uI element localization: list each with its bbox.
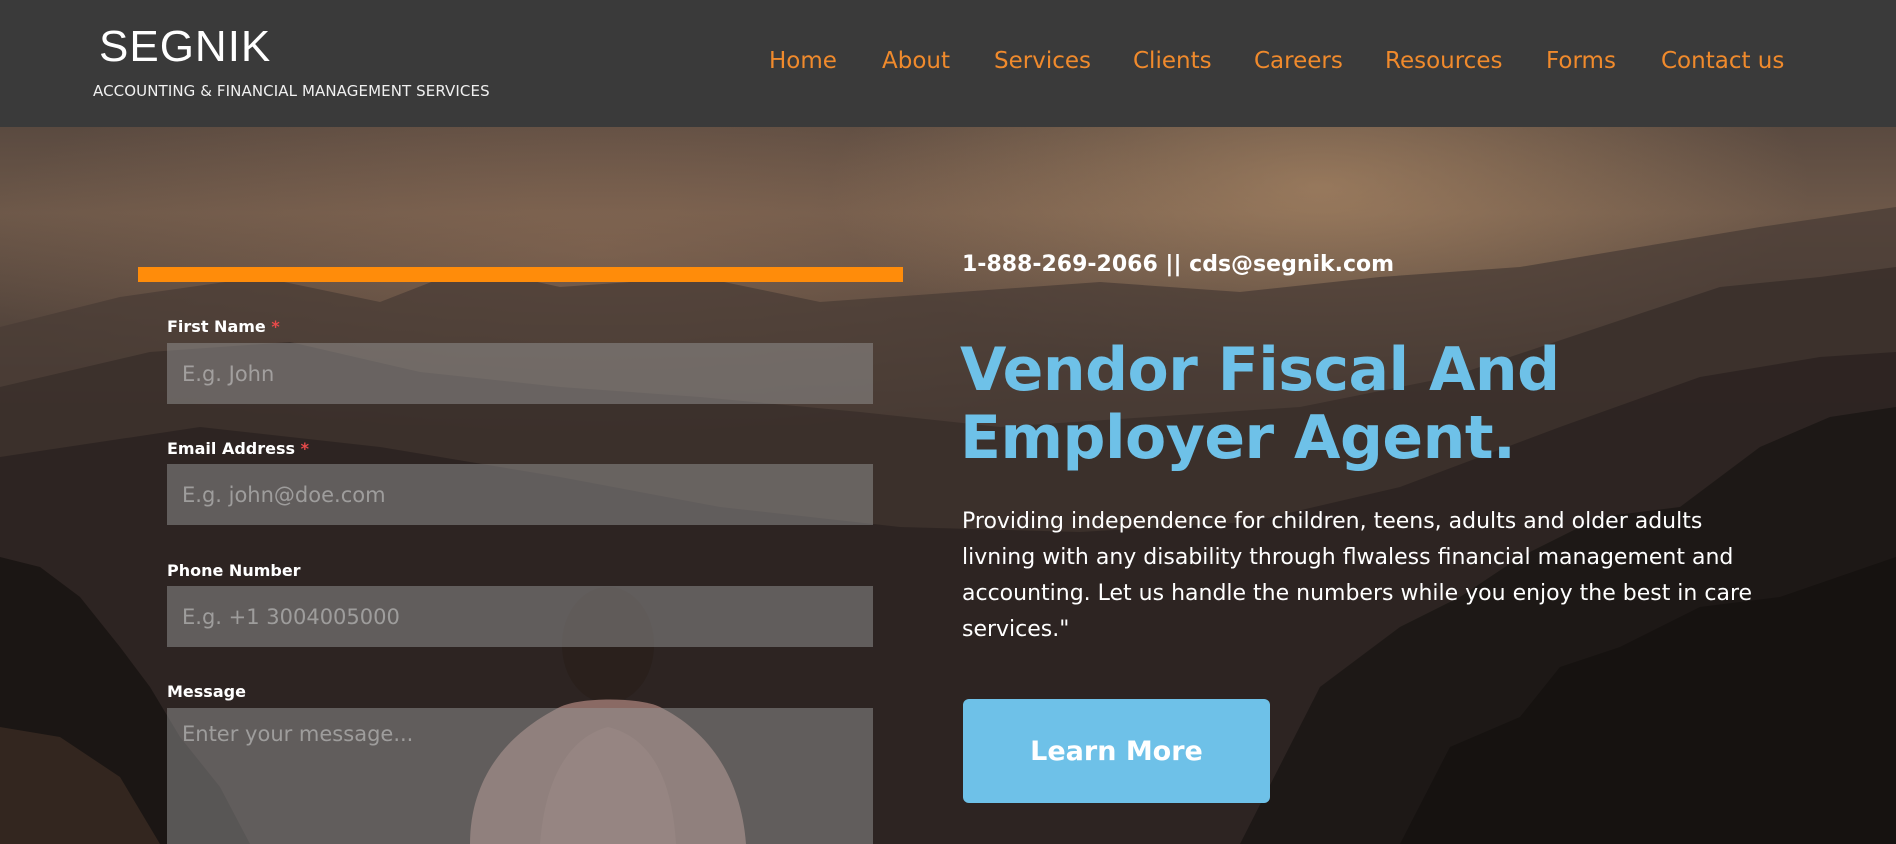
nav-item-forms[interactable]: Forms xyxy=(1546,48,1616,74)
hero-headline: Vendor Fiscal And Employer Agent. xyxy=(960,336,1760,472)
nav-item-services[interactable]: Services xyxy=(994,48,1091,74)
form-accent-bar xyxy=(138,267,903,282)
contact-info-line: 1-888-269-2066 || cds@segnik.com xyxy=(962,252,1395,277)
learn-more-button[interactable]: Learn More xyxy=(963,699,1270,803)
message-label: Message xyxy=(167,682,246,701)
phone-label: Phone Number xyxy=(167,561,301,580)
hero-description: Providing independence for children, tee… xyxy=(962,509,1753,642)
email-input[interactable] xyxy=(167,464,873,525)
hero-headline-line-2: Employer Agent. xyxy=(960,403,1516,473)
required-asterisk: * xyxy=(271,317,280,336)
site-header: SEGNIK ACCOUNTING & FINANCIAL MANAGEMENT… xyxy=(0,0,1896,127)
nav-item-about[interactable]: About xyxy=(882,48,950,74)
required-asterisk: * xyxy=(300,439,309,458)
message-textarea[interactable] xyxy=(167,708,873,844)
phone-input[interactable] xyxy=(167,586,873,647)
nav-item-home[interactable]: Home xyxy=(769,48,837,74)
email-label: Email Address * xyxy=(167,439,309,458)
first-name-label: First Name * xyxy=(167,317,280,336)
brand-tagline: ACCOUNTING & FINANCIAL MANAGEMENT SERVIC… xyxy=(93,82,490,100)
hero-headline-line-1: Vendor Fiscal And xyxy=(960,335,1560,405)
first-name-input[interactable] xyxy=(167,343,873,404)
nav-item-clients[interactable]: Clients xyxy=(1133,48,1212,74)
nav-item-contact-us[interactable]: Contact us xyxy=(1661,48,1784,74)
nav-item-careers[interactable]: Careers xyxy=(1254,48,1343,74)
main-nav: Home About Services Clients Careers Reso… xyxy=(0,48,1896,82)
nav-item-resources[interactable]: Resources xyxy=(1385,48,1502,74)
